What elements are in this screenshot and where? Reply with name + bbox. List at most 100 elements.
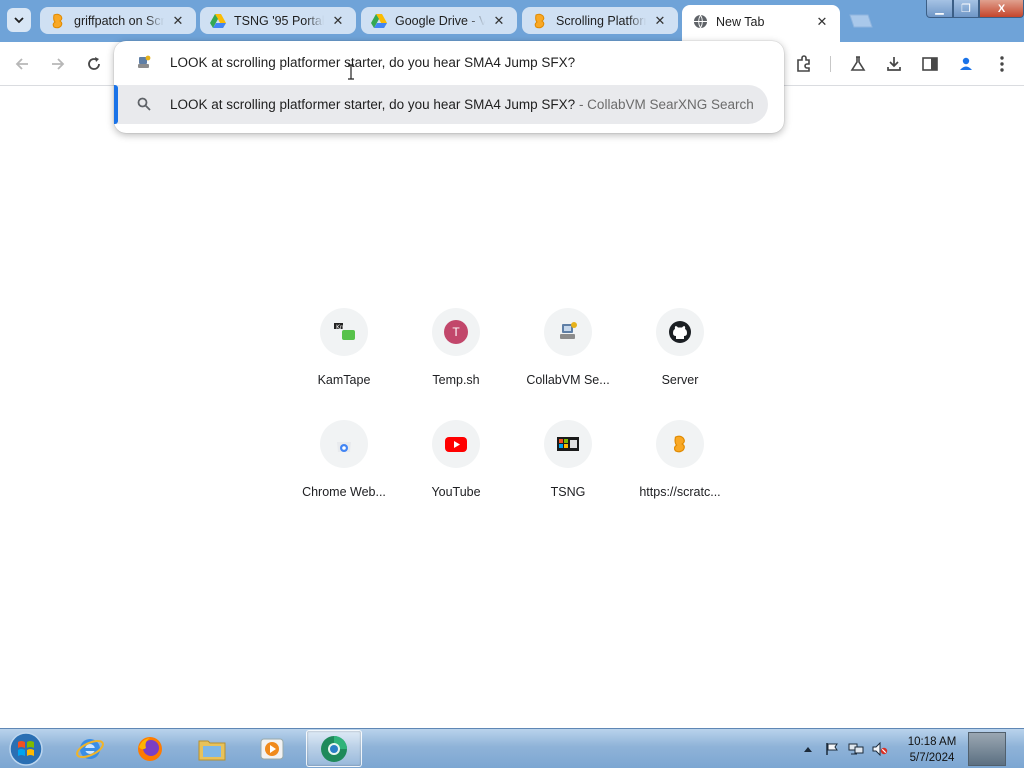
collabvm-icon	[138, 55, 151, 68]
profile-button[interactable]	[954, 52, 978, 76]
chevron-down-icon	[14, 17, 24, 24]
google-drive-icon	[371, 13, 387, 29]
shortcut-tile	[656, 420, 704, 468]
tab-new-tab[interactable]: New Tab ✕	[682, 5, 840, 42]
downloads-button[interactable]	[882, 52, 906, 76]
firefox-icon	[138, 736, 162, 761]
chrome-web-store-icon	[337, 442, 351, 452]
action-center-icon[interactable]	[824, 741, 840, 757]
tab-close-icon[interactable]: ✕	[814, 14, 830, 30]
show-desktop-button[interactable]	[968, 732, 1006, 766]
search-icon	[137, 97, 151, 111]
tab-close-icon[interactable]: ✕	[330, 13, 346, 29]
shortcut-kamtape[interactable]: Kn KamTape	[288, 308, 400, 408]
omnibox-input[interactable]: LOOK at scrolling platformer starter, do…	[170, 55, 575, 70]
tab-search-button[interactable]	[7, 8, 31, 32]
collabvm-icon	[560, 322, 577, 339]
shortcut-label: KamTape	[317, 373, 371, 387]
tab-close-icon[interactable]: ✕	[491, 13, 507, 29]
flag-icon	[826, 743, 838, 755]
taskbar-firefox[interactable]	[122, 730, 178, 767]
shortcut-tile: T	[432, 308, 480, 356]
person-icon	[960, 57, 972, 70]
omnibox-suggestion[interactable]: LOOK at scrolling platformer starter, do…	[114, 85, 768, 124]
shortcut-label: Temp.sh	[432, 373, 480, 387]
network-icon[interactable]	[848, 741, 864, 757]
show-hidden-icons-button[interactable]	[800, 741, 816, 757]
tab-title: Google Drive - Vi	[395, 13, 485, 28]
omnibox-input-row[interactable]: LOOK at scrolling platformer starter, do…	[114, 41, 784, 85]
shortcut-label: https://scratc...	[639, 485, 721, 499]
shortcut-collabvm[interactable]: CollabVM Se...	[512, 308, 624, 408]
suggestion-query: LOOK at scrolling platformer starter, do…	[170, 97, 576, 112]
shortcut-server[interactable]: Server	[624, 308, 736, 408]
globe-icon	[692, 14, 708, 30]
tab-tsng[interactable]: TSNG '95 Portable ✕	[200, 7, 356, 34]
maximize-button[interactable]: ❐	[953, 0, 979, 18]
selection-indicator	[114, 85, 118, 124]
extensions-button[interactable]	[792, 52, 816, 76]
shortcut-scratch[interactable]: https://scratc...	[624, 420, 736, 520]
tsng-icon	[557, 437, 579, 451]
tab-title: Scrolling Platformer	[556, 13, 646, 28]
shortcut-tile	[432, 420, 480, 468]
tab-strip: griffpatch on Scratch ✕ TSNG '95 Portabl…	[0, 0, 1024, 42]
back-button[interactable]	[10, 52, 34, 76]
chrome-icon	[321, 735, 347, 762]
window-close-button[interactable]: X	[979, 0, 1024, 18]
new-tab-button[interactable]	[846, 13, 874, 29]
letter-t-icon: T	[444, 320, 468, 344]
suggestion-source: - CollabVM SearXNG Search	[578, 97, 754, 112]
scratch-icon	[50, 13, 66, 29]
new-tab-icon	[849, 14, 873, 28]
labs-button[interactable]	[846, 52, 870, 76]
shortcut-tsng[interactable]: TSNG	[512, 420, 624, 520]
windows-taskbar: 10:18 AM 5/7/2024	[0, 728, 1024, 768]
shortcut-label: CollabVM Se...	[526, 373, 610, 387]
shortcut-tile	[544, 420, 592, 468]
tab-google-drive[interactable]: Google Drive - Vi ✕	[361, 7, 517, 34]
forward-button[interactable]	[46, 52, 70, 76]
side-panel-button[interactable]	[918, 52, 942, 76]
clock-date: 5/7/2024	[909, 752, 955, 764]
shortcut-temp-sh[interactable]: T Temp.sh	[400, 308, 512, 408]
taskbar-chrome[interactable]	[306, 730, 362, 767]
download-icon	[887, 57, 901, 71]
internet-explorer-icon	[76, 738, 104, 759]
tab-title: New Tab	[716, 14, 765, 29]
flask-icon	[850, 56, 866, 71]
reload-button[interactable]	[82, 52, 106, 76]
puzzle-icon	[797, 55, 810, 72]
youtube-icon	[445, 437, 467, 452]
letter-t-glyph: T	[452, 325, 460, 339]
media-player-icon	[260, 738, 284, 759]
svg-text:Kn: Kn	[336, 324, 344, 331]
taskbar-internet-explorer[interactable]	[62, 730, 118, 767]
text-cursor-icon	[348, 64, 354, 80]
taskbar-file-explorer[interactable]	[184, 730, 240, 767]
tab-title: TSNG '95 Portable	[234, 13, 324, 28]
tab-griffpatch[interactable]: griffpatch on Scratch ✕	[40, 7, 196, 34]
github-icon	[669, 321, 691, 343]
tab-close-icon[interactable]: ✕	[652, 13, 668, 29]
tab-scrolling-platformer[interactable]: Scrolling Platformer ✕	[522, 7, 678, 34]
minimize-button[interactable]: ▁	[926, 0, 953, 18]
chevron-up-icon	[804, 747, 812, 752]
shortcut-tile	[656, 308, 704, 356]
kamtape-icon: Kn	[334, 323, 355, 340]
volume-muted-icon[interactable]	[872, 741, 888, 757]
reload-icon	[88, 57, 100, 70]
clock-time: 10:18 AM	[907, 736, 957, 748]
shortcut-label: Server	[661, 373, 699, 387]
shortcut-chrome-web-store[interactable]: Chrome Web...	[288, 420, 400, 520]
tab-close-icon[interactable]: ✕	[170, 13, 186, 29]
start-button[interactable]	[6, 731, 46, 767]
arrow-right-icon	[52, 58, 65, 70]
menu-button[interactable]	[990, 52, 1014, 76]
shortcut-label: Chrome Web...	[302, 485, 386, 499]
tab-title: griffpatch on Scratch	[74, 13, 164, 28]
shortcut-youtube[interactable]: YouTube	[400, 420, 512, 520]
taskbar-clock[interactable]: 10:18 AM 5/7/2024	[900, 734, 964, 766]
taskbar-media-player[interactable]	[244, 730, 300, 767]
shortcut-tile	[320, 420, 368, 468]
